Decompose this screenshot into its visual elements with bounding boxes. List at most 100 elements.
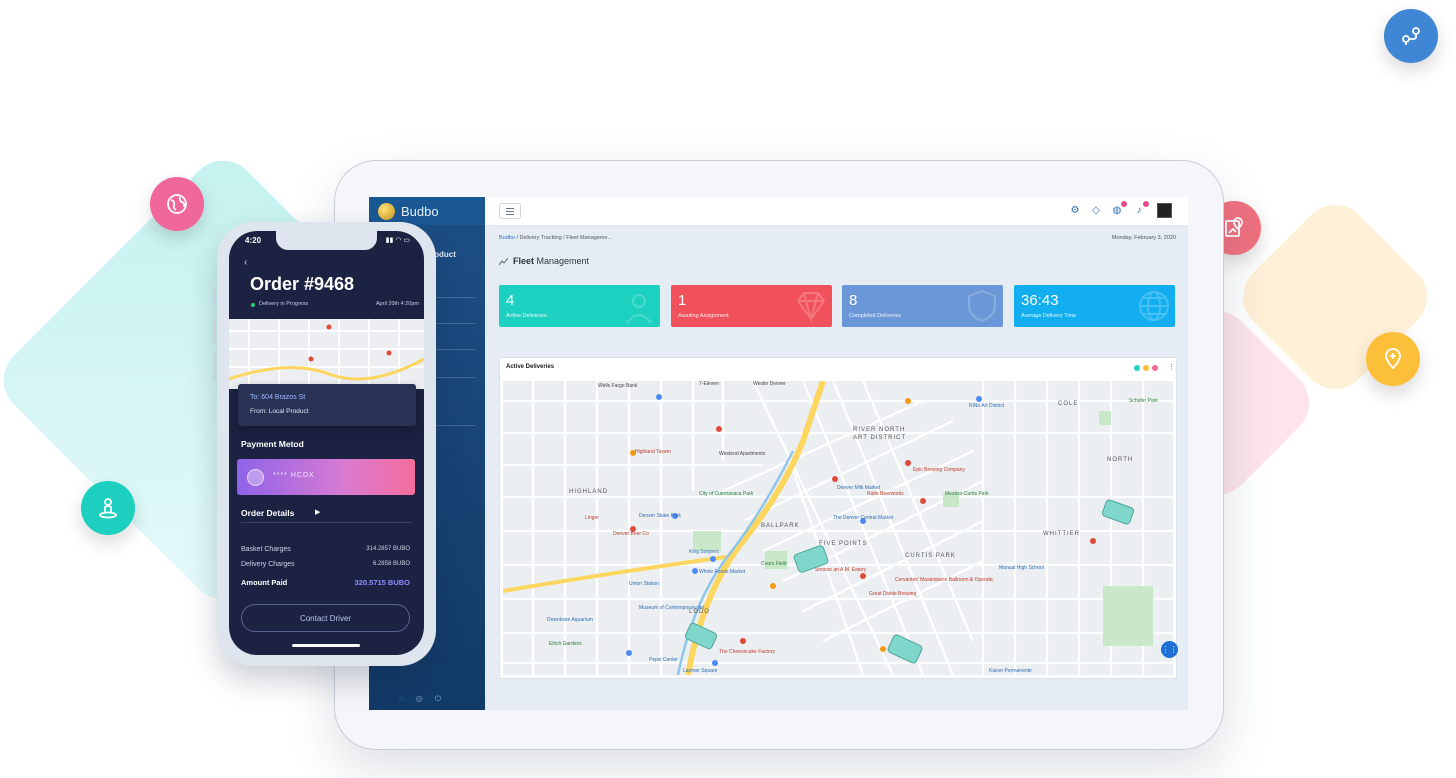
map-label: Whole Foods Market [699,569,746,575]
map-label: Kaiser Permanente [989,668,1032,674]
map-label: Epic Brewing Company [913,467,965,473]
settings-icon[interactable]: ◎ [416,694,423,704]
more-options-icon[interactable]: ⋮ [1168,363,1175,371]
map-label: BALLPARK [761,523,800,529]
delivery-charges-label: Delivery Charges [241,561,295,568]
phone-side-button [213,316,216,344]
map-label: King Soopers [689,549,720,555]
signal-wifi-battery-icon: ▮▮ ◠ ▭ [385,237,410,244]
stat-card-average-time[interactable]: 36:43 Average Delivery Time [1014,285,1175,327]
play-arrow-icon[interactable]: ▶ [315,508,320,516]
breadcrumb-item[interactable]: Delivery Tracking [520,235,562,241]
delivery-status: Delivery in Progress [259,301,309,307]
map-label: ART DISTRICT [853,435,907,441]
stat-value: 4 [506,292,515,309]
power-icon[interactable]: ⏻ [435,694,441,704]
map-label: Mestizo-Curtis Park [945,491,989,497]
map-label: Snooze an A.M. Eatery [815,567,867,573]
contact-driver-button[interactable]: Contact Driver [241,604,410,632]
legend-dot[interactable] [1134,365,1140,371]
stat-card-completed[interactable]: 8 Completed Deliveries [842,285,1003,327]
breadcrumb: Budbo / Delivery Tracking / Fleet Manage… [499,235,613,241]
address-card[interactable]: To: 604 Brazos St From: Local Product [238,384,416,426]
page-title: Fleet Management [499,256,589,266]
breadcrumb-item: Fleet Manageme... [566,235,613,241]
active-deliveries-panel: Active Deliveries ⋮ Wells Fargo Bank 7-E… [499,357,1178,679]
phone-notch [276,231,377,250]
person-icon [626,294,652,323]
diamond-icon [796,292,826,323]
phone-side-button [213,352,216,380]
stat-label: Average Delivery Time [1021,313,1077,319]
map-label: RIVER NORTH [853,427,906,433]
map-label: Highland Tavern [635,449,672,455]
delivery-map[interactable]: Wells Fargo Bank 7-Eleven Westin Denver … [503,381,1173,675]
chat-icon[interactable]: ◌ [399,694,404,704]
map-label: Coors Field [761,561,787,567]
dashboard-screen: Budbo roduct ◌ ◎ ⏻ ⚙ ◇ ◍ ♪ Budbo / Deliv… [369,197,1188,710]
sidebar-brand[interactable]: Budbo [369,197,485,225]
order-date: April 20th 4:20pm [375,301,419,307]
globe-icon [1139,291,1169,321]
map-label: Elitch Gardens [549,641,582,647]
phone-side-button [213,288,216,304]
divider [241,522,412,523]
panel-title: Active Deliveries [506,364,555,370]
back-arrow-icon[interactable]: ‹ [244,257,247,268]
order-details-toggle[interactable]: Order Details [241,508,294,518]
destination-address: To: 604 Brazos St [250,394,306,401]
avatar[interactable] [1157,203,1172,218]
gear-icon[interactable]: ⚙ [1069,204,1081,216]
map-label: Cervantes' Masterpiece Ballroom & Operat… [895,577,994,583]
breadcrumb-item[interactable]: Budbo [499,235,515,241]
person-location-icon [81,481,135,535]
apps-grid-button[interactable]: ⋮⋮ [1161,641,1178,658]
map-label: Westend Apartments [719,451,766,457]
map-label: Museum of Contemporary Art [639,605,705,611]
amount-paid-value: 320.5715 BUBO [354,578,410,587]
map-label: Denver Beer Co [613,531,649,537]
stat-label: Active Deliveries [506,313,547,319]
add-location-icon [1366,332,1420,386]
map-label: Union Station [629,581,660,587]
map-label: Ratio Beerworks [867,491,904,497]
top-bar: ⚙ ◇ ◍ ♪ [485,197,1188,226]
origin-address: From: Local Product [250,408,309,415]
sidebar-footer-icons: ◌ ◎ ⏻ [399,694,441,704]
basket-charges-label: Basket Charges [241,546,291,553]
stat-card-active[interactable]: 4 Active Deliveries [499,285,660,327]
map-label: Pepsi Center [649,657,678,663]
home-indicator[interactable] [292,644,360,647]
legend-dot[interactable] [1152,365,1158,371]
current-date: Monday, February 3, 2020 [1111,235,1176,241]
legend-dot[interactable] [1143,365,1149,371]
phone-screen: 4:20 ▮▮ ◠ ▭ ‹ Order #9468 Delivery in Pr… [229,231,424,655]
shield-icon [968,289,996,323]
phone-map[interactable] [229,319,424,389]
card-number: **** HCDX [273,472,315,479]
cube-icon[interactable]: ◇ [1090,204,1102,216]
delivery-charges-value: 6.2858 BUBO [372,561,410,567]
map-label: Great Divide Brewing [869,591,917,597]
amount-paid-label: Amount Paid [241,578,288,587]
menu-toggle-button[interactable] [499,203,521,219]
map-label: Wells Fargo Bank [598,383,638,389]
map-label: WHITTIER [1043,531,1080,537]
map-label: Linger [585,515,599,521]
map-label: 7-Eleven [699,381,719,387]
bell-icon[interactable]: ♪ [1133,201,1149,216]
stat-value: 8 [849,292,858,309]
route-pin-icon [1384,9,1438,63]
payment-card[interactable]: **** HCDX [237,459,415,495]
brand-name: Budbo [401,203,439,219]
map-label: RiNo Art District [969,403,1005,409]
map-label: The Denver Central Market [833,515,894,521]
map-label: Manual High School [999,565,1044,571]
stat-label: Awaiting Assignment [678,313,729,319]
order-title: Order #9468 [250,274,355,294]
stat-card-awaiting[interactable]: 1 Awaiting Assignment [671,285,832,327]
globe-icon[interactable]: ◍ [1111,201,1127,216]
status-indicator [251,303,255,307]
map-canvas[interactable] [503,381,1173,675]
map-label: HIGHLAND [569,489,609,495]
